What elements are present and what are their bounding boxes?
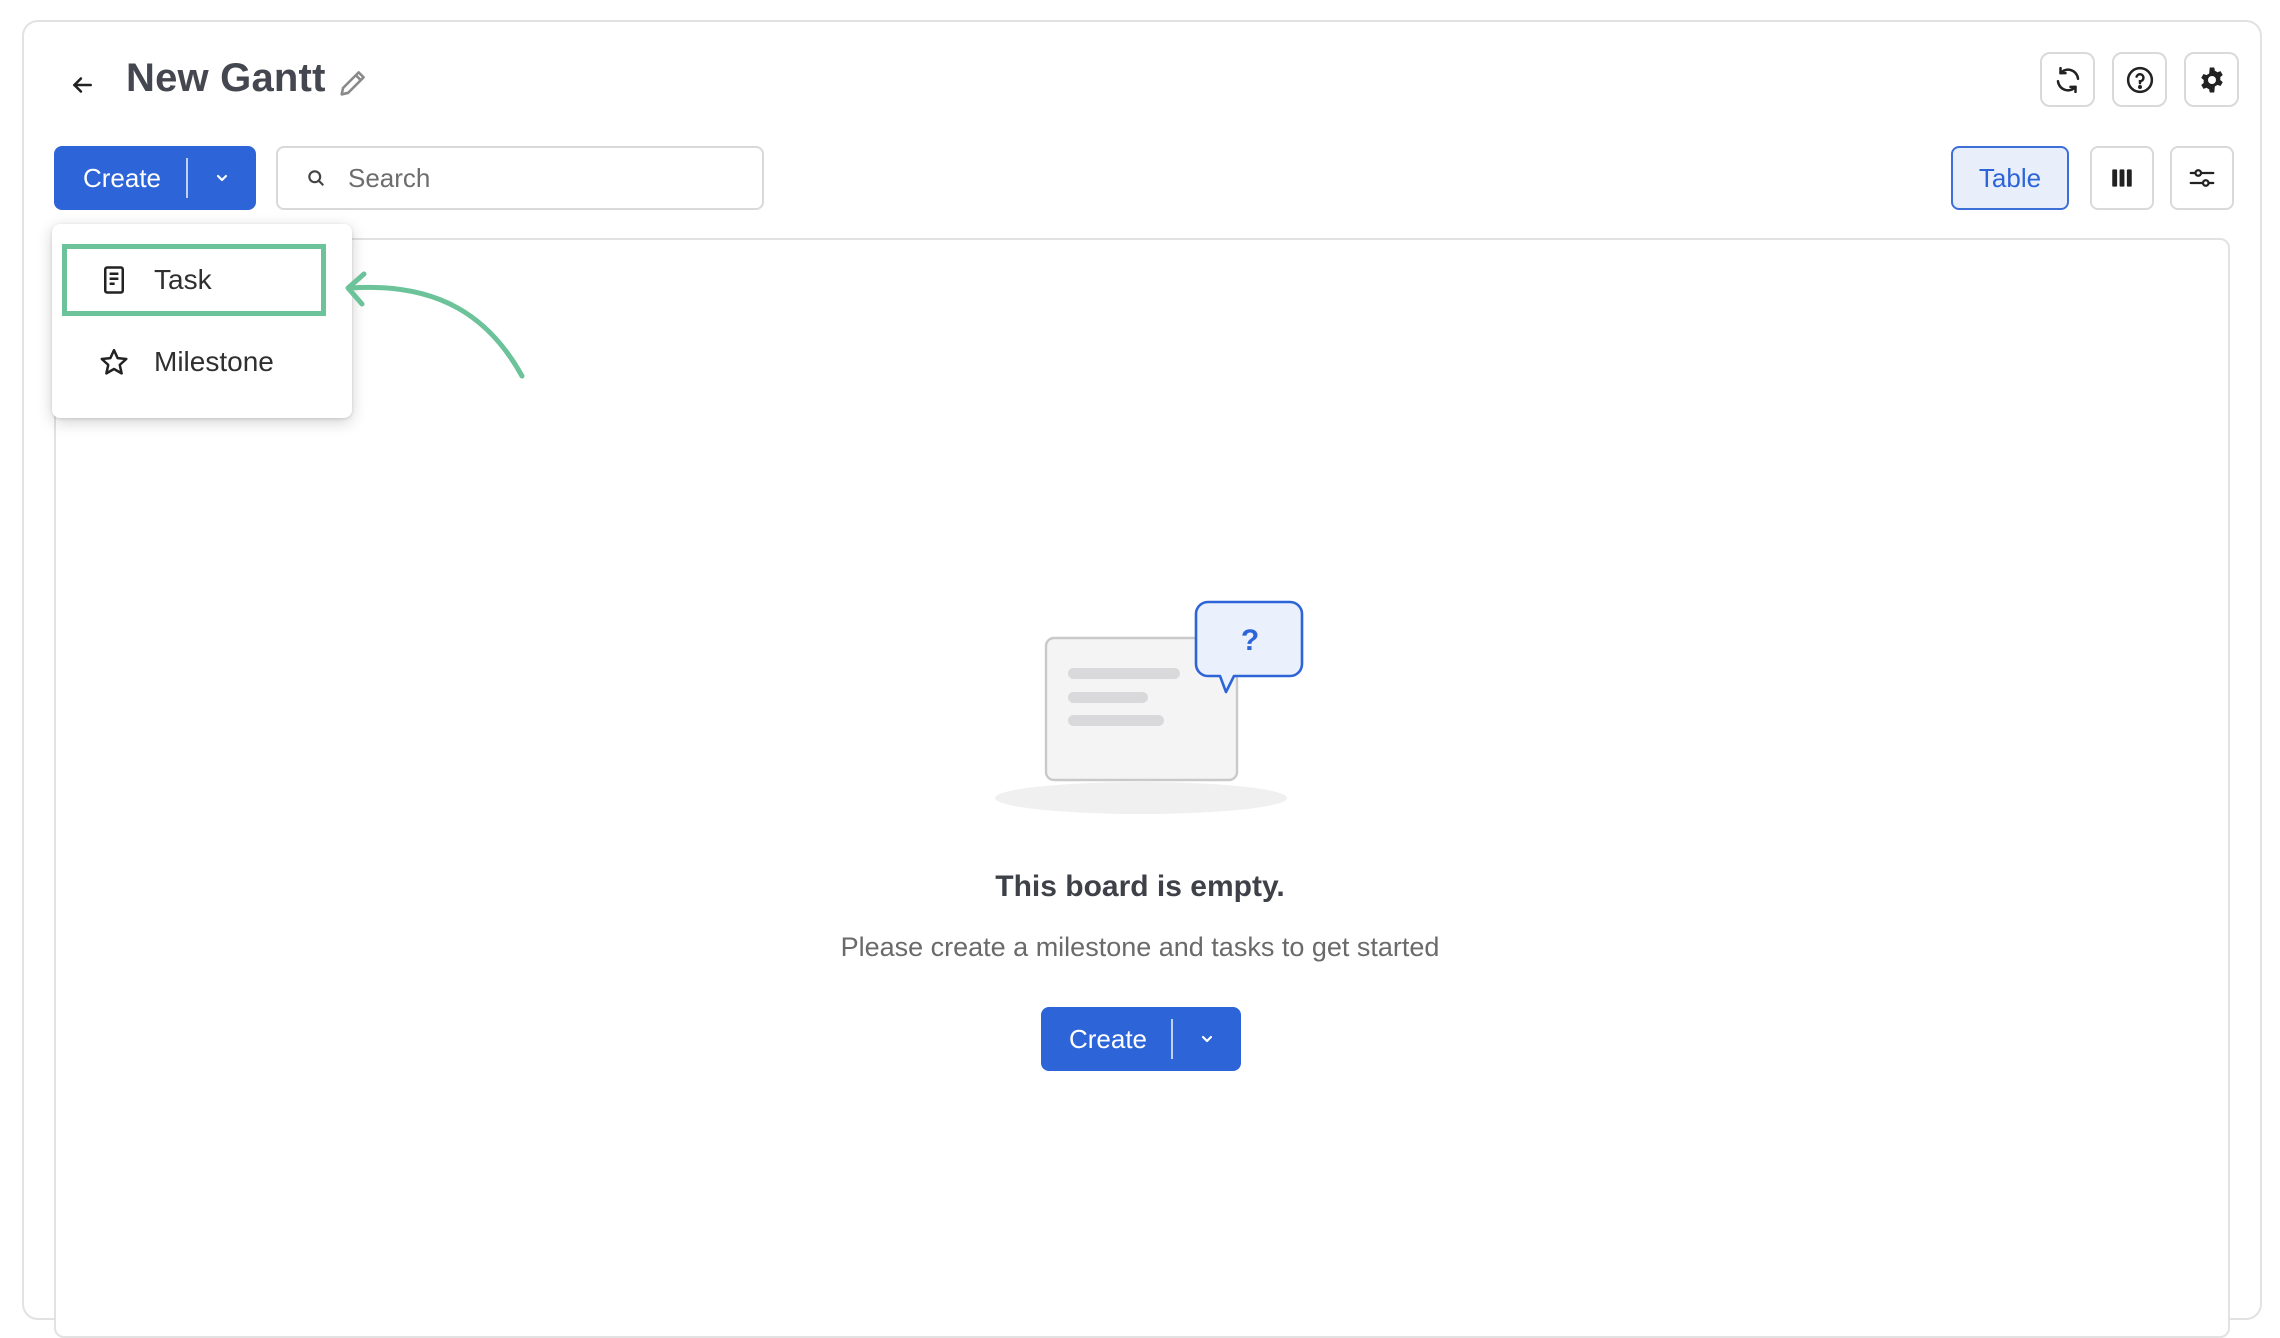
menu-item-label: Milestone [154, 346, 274, 377]
create-dropdown-menu: Task Milestone [52, 224, 352, 418]
create-button[interactable]: Create [54, 146, 186, 210]
search-icon [308, 170, 324, 186]
empty-state-subtitle: Please create a milestone and tasks to g… [840, 932, 1440, 962]
chevron-down-icon [1201, 1035, 1213, 1043]
create-split-button: Create [54, 146, 256, 210]
star-icon [98, 347, 130, 377]
empty-create-button[interactable]: Create [1041, 1007, 1171, 1071]
empty-create-dropdown-toggle[interactable] [1173, 1007, 1241, 1071]
menu-item-milestone[interactable]: Milestone [62, 326, 326, 398]
menu-item-task[interactable]: Task [62, 244, 326, 316]
columns-button[interactable] [2090, 146, 2154, 210]
back-button[interactable] [60, 63, 104, 107]
pencil-icon [340, 71, 365, 96]
empty-board-illustration: ? [995, 600, 1304, 814]
sync-button[interactable] [2040, 52, 2095, 107]
empty-state-title: This board is empty. [995, 870, 1285, 903]
document-icon [98, 265, 130, 295]
table-view-button[interactable]: Table [1951, 146, 2069, 210]
help-circle-icon [2126, 66, 2153, 93]
columns-icon [2112, 169, 2132, 187]
search-box [276, 146, 764, 210]
chevron-down-icon [216, 174, 228, 182]
sliders-icon [2189, 169, 2215, 187]
page-title: New Gantt [126, 56, 326, 100]
empty-create-split-button: Create [1041, 1007, 1241, 1071]
search-input[interactable] [348, 162, 728, 194]
question-mark-glyph: ? [1241, 624, 1259, 657]
arrow-left-icon [73, 77, 92, 93]
menu-item-label: Task [154, 264, 212, 295]
sync-icon [2056, 66, 2079, 93]
create-dropdown-toggle[interactable] [188, 146, 256, 210]
filters-button[interactable] [2170, 146, 2234, 210]
help-button[interactable] [2112, 52, 2167, 107]
edit-title-button[interactable] [332, 62, 374, 104]
gear-icon [2200, 67, 2223, 92]
annotation-arrow [345, 271, 525, 379]
settings-button[interactable] [2184, 52, 2239, 107]
